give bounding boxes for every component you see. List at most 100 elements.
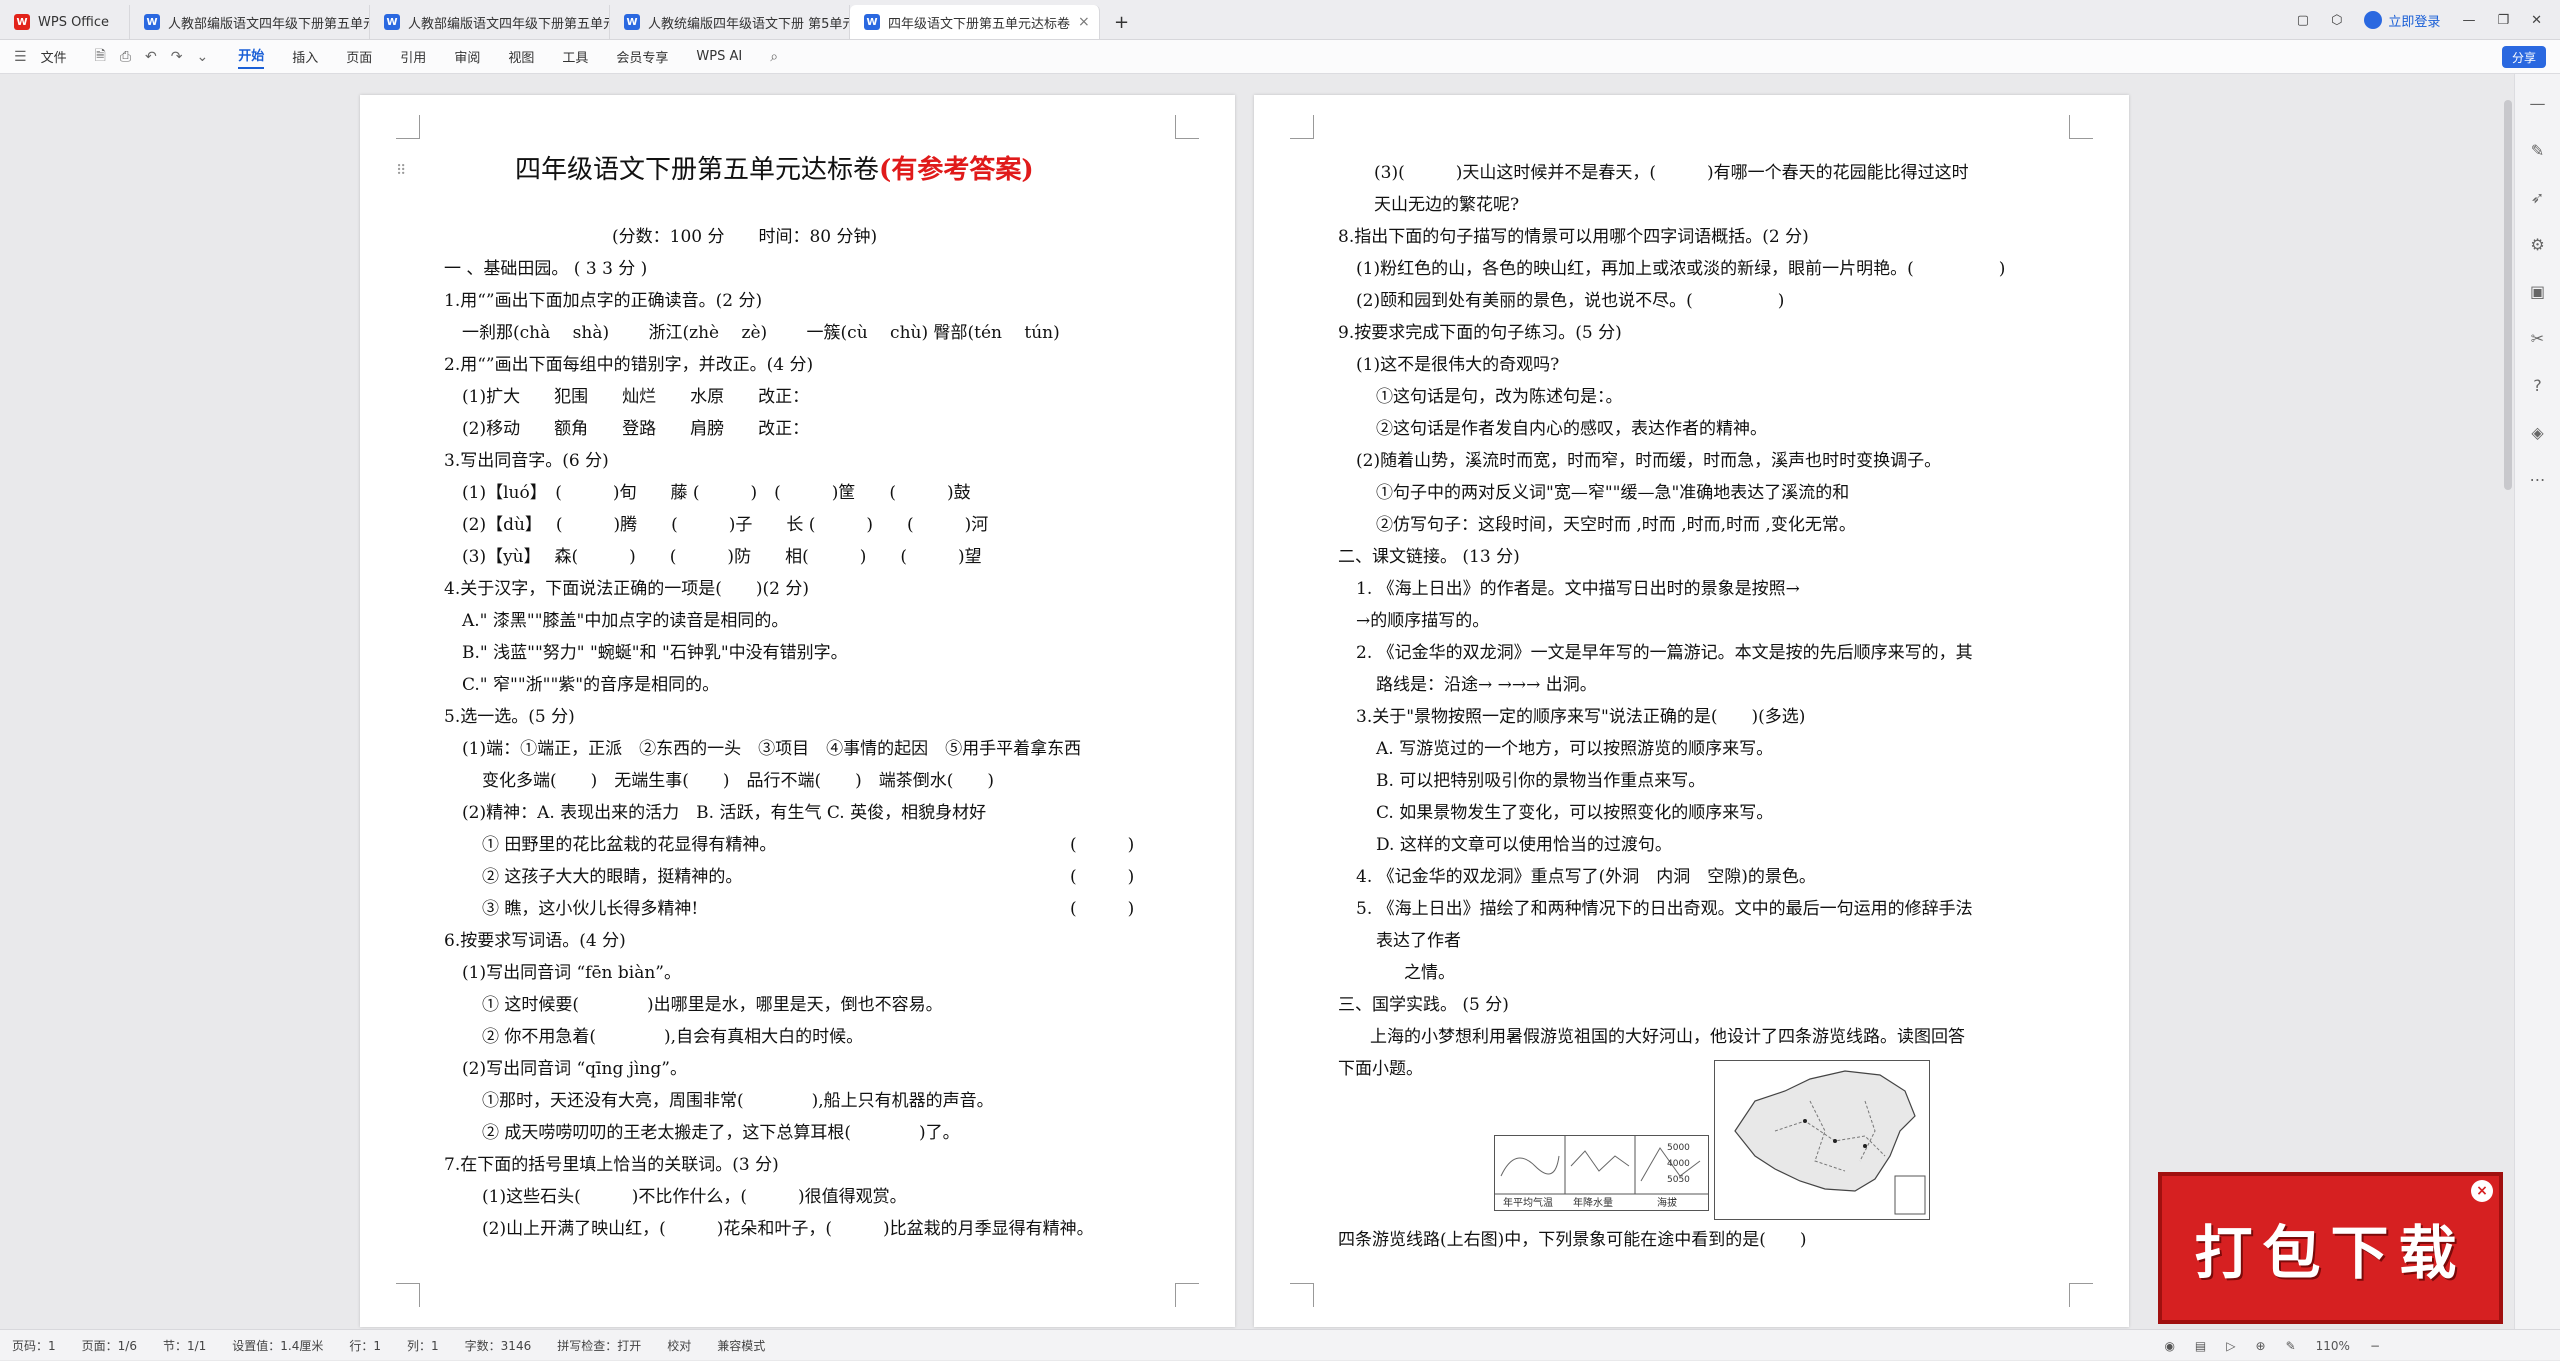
page-corner-mark bbox=[1290, 1283, 1314, 1307]
edit-icon[interactable]: ✎ bbox=[2286, 1339, 2296, 1353]
tab-doc-active[interactable]: W 四年级语文下册第五单元达标卷 × bbox=[850, 5, 1100, 39]
question: 5. 《海上日出》描绘了和两种情况下的日出奇观。文中的最后一句运用的修辞手法 bbox=[1356, 899, 1973, 919]
settings-icon[interactable]: ⚙ bbox=[2530, 235, 2544, 254]
page-corner-mark bbox=[1175, 115, 1199, 139]
collapse-icon[interactable]: — bbox=[2530, 94, 2546, 113]
map-number: 5050 bbox=[1667, 1175, 1690, 1185]
tab-wps-office[interactable]: W WPS Office bbox=[0, 5, 130, 39]
eye-icon[interactable]: ◉ bbox=[2164, 1339, 2174, 1353]
question-item: ②仿写句子：这段时间，天空时而 ,时而 ,时而,时而 ,变化无常。 bbox=[1376, 515, 1856, 535]
question-item: (2)移动 额角 登路 肩膀 改正： bbox=[462, 419, 810, 439]
restore-icon[interactable]: ❐ bbox=[2497, 13, 2509, 28]
web-icon[interactable]: ⊕ bbox=[2256, 1339, 2266, 1353]
wps-ai-button[interactable]: WPS AI bbox=[696, 49, 742, 64]
tab-page[interactable]: 页面 bbox=[346, 47, 372, 66]
layout-icon[interactable]: ▤ bbox=[2195, 1339, 2206, 1353]
close-icon[interactable]: × bbox=[2471, 1180, 2493, 1202]
question-item: ①句子中的两对反义词"宽—窄""缓—急"准确地表达了溪流的和 bbox=[1376, 483, 1850, 503]
question: 5.选一选。(5 分) bbox=[444, 707, 575, 727]
status-word-count[interactable]: 字数：3146 bbox=[465, 1337, 532, 1354]
more-icon[interactable]: ⌄ bbox=[197, 49, 209, 65]
doc-icon: W bbox=[624, 14, 640, 30]
new-tab-button[interactable]: + bbox=[1100, 5, 1143, 39]
redo-icon[interactable]: ↷ bbox=[171, 49, 183, 65]
option-c: C." 窄""浙""紫"的音序是相同的。 bbox=[462, 675, 720, 695]
tab-member[interactable]: 会员专享 bbox=[616, 47, 668, 66]
question-item: ① 田野里的花比盆栽的花显得有精神。 bbox=[482, 835, 777, 855]
window-layout-icon[interactable]: ▢ bbox=[2297, 13, 2309, 28]
question: 4. 《记金华的双龙洞》重点写了(外洞 内洞 空隙)的景色。 bbox=[1356, 867, 1816, 887]
map-number: 4000 bbox=[1667, 1159, 1690, 1169]
tab-doc-2[interactable]: W 人教部编版语文四年级下册第五单元 bbox=[370, 5, 610, 39]
cube-icon[interactable]: ◈ bbox=[2531, 423, 2543, 442]
question: 4.关于汉字，下面说法正确的一项是( )(2 分) bbox=[444, 579, 809, 599]
option-a: A." 漆黑""膝盖"中加点字的读音是相同的。 bbox=[462, 611, 789, 631]
play-icon[interactable]: ▷ bbox=[2226, 1339, 2235, 1353]
option-b: B." 浅蓝""努力" "蜿蜒"和 "石钟乳"中没有错别字。 bbox=[462, 643, 848, 663]
question: 3.写出同音字。(6 分) bbox=[444, 451, 609, 471]
status-proof[interactable]: 校对 bbox=[667, 1337, 691, 1354]
scrollbar[interactable] bbox=[2504, 100, 2512, 490]
minimize-icon[interactable]: — bbox=[2462, 13, 2475, 28]
tab-doc-3[interactable]: W 人教统编版四年级语文下册 第5单元 bbox=[610, 5, 850, 39]
map-label: 年降水量 bbox=[1573, 1196, 1613, 1209]
tab-view[interactable]: 视图 bbox=[508, 47, 534, 66]
wps-logo-icon: W bbox=[14, 14, 30, 30]
share-button[interactable]: 分享 bbox=[2501, 46, 2546, 68]
question: 2.用“”画出下面每组中的错别字，并改正。(4 分) bbox=[444, 355, 814, 375]
page-corner-mark bbox=[396, 115, 420, 139]
status-page-of[interactable]: 页面：1/6 bbox=[82, 1337, 137, 1354]
tab-insert[interactable]: 插入 bbox=[292, 47, 318, 66]
page-corner-mark bbox=[396, 1283, 420, 1307]
status-spell-check[interactable]: 拼写检查：打开 bbox=[557, 1337, 641, 1354]
close-window-icon[interactable]: ✕ bbox=[2531, 13, 2542, 28]
question-item: ① 这时候要( )出哪里是水，哪里是天，倒也不容易。 bbox=[482, 995, 943, 1015]
tab-review[interactable]: 审阅 bbox=[454, 47, 480, 66]
save-icon[interactable]: 🗎 bbox=[95, 45, 106, 69]
drag-handle-icon[interactable]: ⠿ bbox=[396, 163, 406, 179]
image-icon[interactable]: ▣ bbox=[2530, 282, 2545, 301]
undo-icon[interactable]: ↶ bbox=[145, 49, 157, 65]
question-item: (1)粉红色的山，各色的映山红，再加上或浓或淡的新绿，眼前一片明艳。( ) bbox=[1356, 259, 2006, 279]
document-page-1: ⠿ 四年级语文下册第五单元达标卷(有参考答案) (分数：100 分 时间：80 … bbox=[360, 95, 1235, 1327]
status-row: 行：1 bbox=[349, 1338, 382, 1353]
tab-start[interactable]: 开始 bbox=[238, 45, 265, 69]
answer-paren: ( ) bbox=[1070, 867, 1135, 887]
right-tool-rail: — ✎ ➶ ⚙ ▣ ✂ ? ◈ ⋯ bbox=[2514, 74, 2560, 1329]
question-item: (3)【yù】 森( ) ( )防 相( ) ( )望 bbox=[462, 547, 982, 567]
box-icon[interactable]: ⬡ bbox=[2331, 13, 2342, 28]
question-item: (1)扩大 犯围 灿烂 水原 改正： bbox=[462, 387, 810, 407]
file-menu[interactable]: 文件 bbox=[41, 47, 67, 66]
document-page-2: (3)( )天山这时候并不是春天，( )有哪一个春天的花园能比得过这时 天山无边… bbox=[1254, 95, 2129, 1327]
question-item: (1)这些石头( )不比作什么，( )很值得观赏。 bbox=[482, 1187, 907, 1207]
tab-tools[interactable]: 工具 bbox=[562, 47, 588, 66]
print-icon[interactable]: ⎙ bbox=[120, 49, 131, 65]
question-item: 表达了作者 bbox=[1376, 931, 1461, 951]
map-label: 海拔 bbox=[1657, 1196, 1677, 1209]
question-item: ②这句话是作者发自内心的感叹，表达作者的精神。 bbox=[1376, 419, 1767, 439]
search-icon[interactable]: ⌕ bbox=[770, 49, 778, 65]
zoom-out-icon[interactable]: − bbox=[2370, 1339, 2380, 1353]
tab-reference[interactable]: 引用 bbox=[400, 47, 426, 66]
tab-doc-1[interactable]: W 人教部编版语文四年级下册第五单元 bbox=[130, 5, 370, 39]
question-item: (1)【luó】 ( )旬 藤 ( ) ( )筐 ( )鼓 bbox=[462, 483, 971, 503]
select-icon[interactable]: ➶ bbox=[2531, 188, 2544, 207]
question: 3.关于"景物按照一定的顺序来写"说法正确的是( )(多选) bbox=[1356, 707, 1806, 727]
page-corner-mark bbox=[1290, 115, 1314, 139]
login-button[interactable]: 立即登录 bbox=[2364, 11, 2440, 30]
question-item: (2)随着山势，溪流时而宽，时而窄，时而缓，时而急，溪声也时时变换调子。 bbox=[1356, 451, 1942, 471]
page-corner-mark bbox=[2069, 1283, 2093, 1307]
zoom-level[interactable]: 110% bbox=[2316, 1339, 2350, 1353]
tools-icon[interactable]: ✂ bbox=[2531, 329, 2544, 348]
download-promo-banner[interactable]: 打包下载 × bbox=[2158, 1172, 2503, 1324]
more-dots-icon[interactable]: ⋯ bbox=[2530, 470, 2546, 489]
close-tab-icon[interactable]: × bbox=[1078, 14, 1090, 30]
paragraph: 下面小题。 bbox=[1338, 1059, 1423, 1079]
pen-icon[interactable]: ✎ bbox=[2531, 141, 2544, 160]
hamburger-icon[interactable]: ☰ bbox=[14, 49, 27, 65]
question: 8.指出下面的句子描写的情景可以用哪个四字词语概括。(2 分) bbox=[1338, 227, 1809, 247]
map-number: 5000 bbox=[1667, 1143, 1690, 1153]
status-setting: 设置值：1.4厘米 bbox=[232, 1338, 324, 1353]
help-icon[interactable]: ? bbox=[2533, 376, 2542, 395]
status-bar: 页码：1 页面：1/6 节：1/1 设置值：1.4厘米 行：1 列：1 字数：3… bbox=[0, 1329, 2560, 1360]
